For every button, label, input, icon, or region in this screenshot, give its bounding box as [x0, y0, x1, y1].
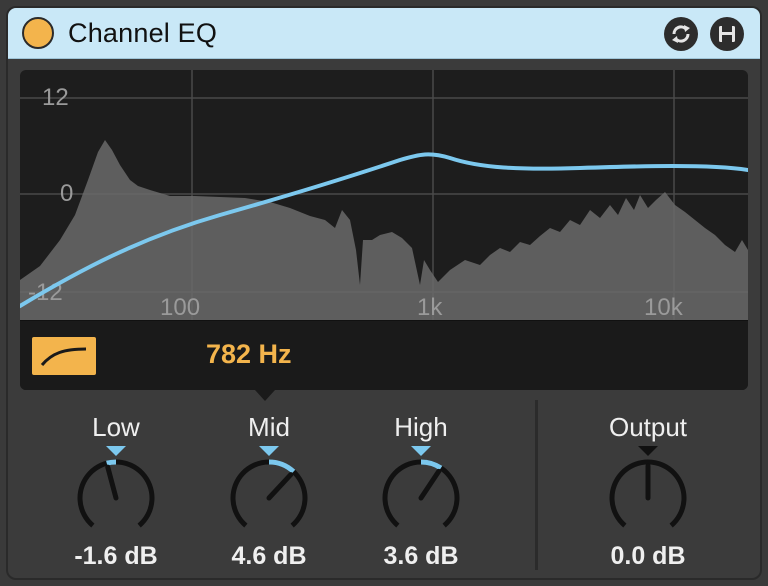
knob-value-low[interactable]: -1.6 dB: [41, 542, 191, 571]
knob-track: [230, 459, 308, 528]
save-preset-icon: [719, 26, 735, 42]
x-tick-10k: 10k: [644, 294, 684, 320]
knob-label-high: High: [394, 412, 448, 442]
knob-value-output[interactable]: 0.0 dB: [573, 542, 723, 571]
eq-display[interactable]: 12 0 -12 100 1k 10k 782 Hz: [20, 70, 748, 390]
x-tick-100: 100: [160, 294, 200, 320]
filter-shape-button[interactable]: [32, 337, 96, 375]
knob-needle: [266, 472, 294, 501]
knob-dial-output[interactable]: [593, 446, 703, 546]
knob-center-marker: [259, 446, 279, 456]
knob-center-marker: [106, 446, 126, 456]
knob-high[interactable]: High 3.6 dB: [366, 406, 476, 576]
eq-info-bar: 782 Hz: [20, 320, 748, 390]
knob-low[interactable]: Low -1.6 dB: [61, 406, 171, 576]
knob-value-arc: [420, 459, 443, 471]
eq-graph[interactable]: 12 0 -12 100 1k 10k: [20, 70, 748, 320]
highpass-shape-icon: [40, 347, 87, 366]
frequency-readout[interactable]: 782 Hz: [206, 339, 292, 370]
knob-mid[interactable]: Mid 4.6 dB: [214, 406, 324, 576]
knob-value-high[interactable]: 3.6 dB: [346, 542, 496, 571]
knob-dial-low[interactable]: [61, 446, 171, 546]
knob-needle: [105, 464, 119, 501]
knob-label-output: Output: [608, 412, 688, 442]
hot-swap-icon: [672, 25, 690, 43]
knob-dial-mid[interactable]: [214, 446, 324, 546]
knob-dial-high[interactable]: [366, 446, 476, 546]
x-tick-1k: 1k: [417, 294, 443, 320]
device-title: Channel EQ: [68, 18, 218, 48]
y-tick-0: 0: [60, 180, 73, 207]
device-power-button[interactable]: [22, 17, 54, 49]
device-titlebar: Channel EQ: [8, 8, 760, 59]
y-tick-12: 12: [42, 84, 69, 111]
knob-label-mid: Mid: [248, 412, 290, 442]
hot-swap-button[interactable]: [664, 17, 698, 51]
knob-output[interactable]: Output 0.0 dB: [593, 406, 703, 576]
knob-divider: [535, 400, 538, 570]
knob-value-mid[interactable]: 4.6 dB: [194, 542, 344, 571]
knob-center-marker: [638, 446, 658, 456]
knob-value-arc: [106, 459, 117, 466]
band-pointer: [255, 390, 275, 401]
channel-eq-device: Channel EQ 12 0 -12 100 1k 10k 782 Hz Lo…: [6, 6, 762, 580]
knob-center-marker: [411, 446, 431, 456]
save-preset-button[interactable]: [710, 17, 744, 51]
knob-value-arc: [268, 459, 296, 474]
knob-label-low: Low: [92, 412, 140, 442]
knob-needle: [418, 468, 442, 501]
